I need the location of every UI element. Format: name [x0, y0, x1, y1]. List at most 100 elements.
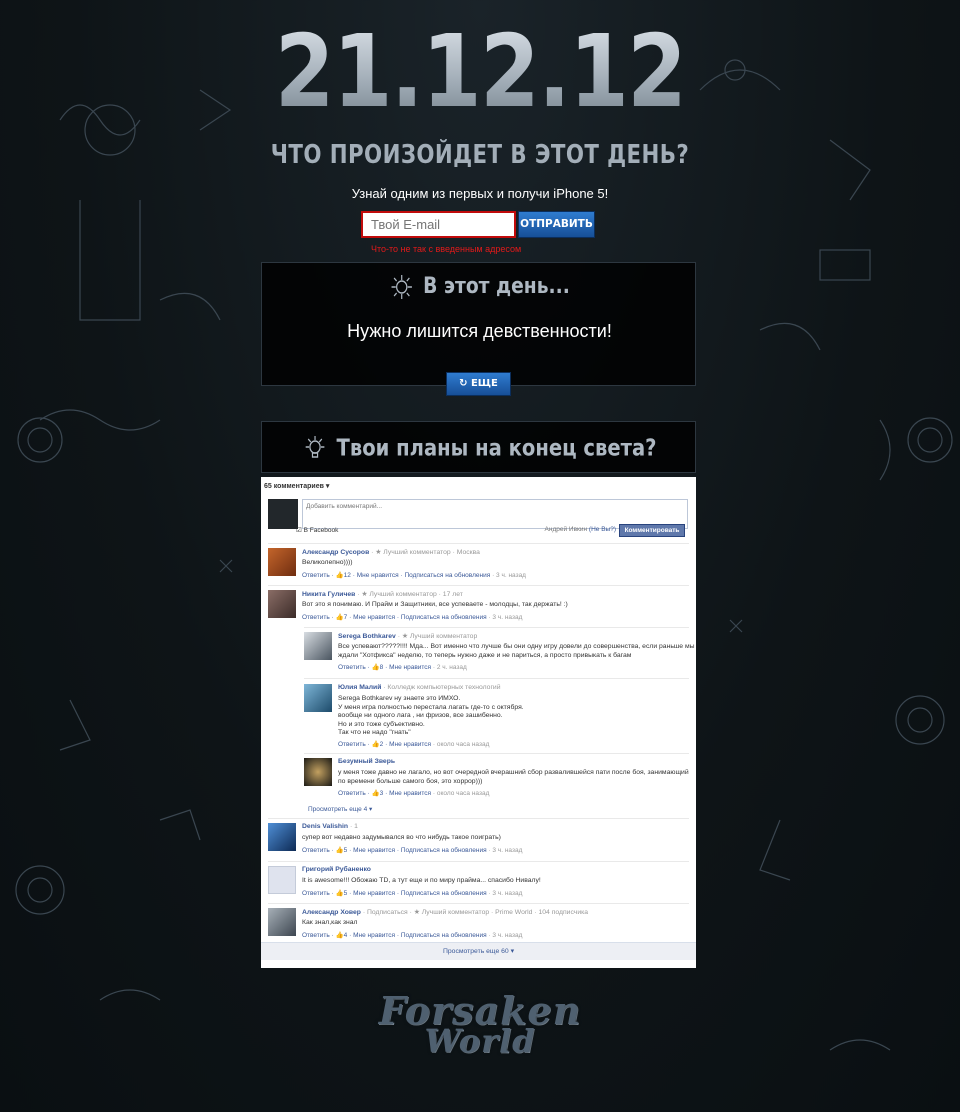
reply-link[interactable]: Ответить [338, 790, 366, 797]
like-count: 4 [343, 932, 348, 939]
sun-brain-icon [391, 275, 413, 299]
like-count: 3 [379, 790, 384, 797]
divider [268, 818, 689, 819]
avatar [268, 908, 296, 936]
reply-link[interactable]: Ответить [302, 572, 330, 579]
plans-panel-title: Твои планы на конец света? [295, 434, 665, 464]
email-input[interactable] [361, 211, 516, 238]
comment-author-meta: · Подписаться · ★ Лучший комментатор · P… [362, 909, 589, 916]
like-link[interactable]: Мне нравится [353, 614, 395, 621]
reply-link[interactable]: Ответить [302, 614, 330, 621]
comment-author[interactable]: Denis Valishin · 1 [302, 823, 358, 830]
email-error-message: Что-то не так с введенным адресом [371, 244, 522, 254]
reply-text-line: Все успевают?????!!!! Мда... Вот именно … [338, 643, 695, 650]
divider [268, 903, 689, 904]
divider [304, 753, 689, 754]
comment-actions: Ответить · 👍12 · Мне нравится · Подписат… [302, 572, 526, 579]
reply-text-line: У меня игра полностью перестала лагать г… [338, 703, 524, 711]
divider [268, 543, 689, 544]
caret-down-icon: ▾ [325, 483, 330, 490]
post-to-facebook-checkbox[interactable]: ☑ В Facebook [296, 526, 338, 534]
reply-author[interactable]: Юлия Малий · Колледж компьютерных технол… [338, 684, 501, 691]
reply-link[interactable]: Ответить [338, 741, 366, 748]
subscribe-link[interactable]: Подписаться на обновления [401, 932, 487, 939]
reply-link[interactable]: Ответить [338, 664, 366, 671]
comment-actions: Ответить · 👍7 · Мне нравится · Подписать… [302, 614, 523, 621]
comment-time: · 3 ч. назад [492, 572, 526, 579]
comment-author[interactable]: Александр Ховер · Подписаться · ★ Лучший… [302, 908, 588, 916]
view-more-replies-link[interactable]: Просмотреть еще 4 ▾ [308, 805, 372, 813]
current-user-avatar [268, 499, 298, 529]
facebook-comments-widget: 65 комментариев ▾ Добавить комментарий..… [261, 477, 696, 968]
like-link[interactable]: Мне нравится [389, 741, 431, 748]
avatar [268, 866, 296, 894]
thumbs-up-icon: 👍 [335, 614, 344, 621]
like-count: 5 [343, 890, 348, 897]
more-button-label: ЕЩЕ [470, 378, 498, 389]
comment-author-name: Denis Valishin [302, 823, 349, 830]
lightbulb-icon [305, 436, 325, 458]
view-more-comments-button[interactable]: Просмотреть еще 60 ▾ [261, 942, 696, 960]
plans-panel-title-text: Твои планы на конец света? [336, 435, 657, 462]
comment-actions: Ответить · 👍5 · Мне нравится · Подписать… [302, 890, 523, 897]
comment-author[interactable]: Александр Сусоров · ★ Лучший комментатор… [302, 548, 480, 556]
thumbs-up-icon: 👍 [335, 890, 344, 897]
thumbs-up-icon: 👍 [371, 790, 380, 797]
avatar [268, 823, 296, 851]
reply-text-line: Но и это тоже субъективно. [338, 720, 425, 728]
reply-text: у меня тоже давно не лагало, но вот очер… [338, 769, 689, 786]
post-to-facebook-label: В Facebook [303, 527, 339, 534]
like-count: 5 [343, 847, 348, 854]
like-link[interactable]: Мне нравится [353, 890, 395, 897]
like-link[interactable]: Мне нравится [357, 572, 399, 579]
more-button[interactable]: ↻ ЕЩЕ [446, 372, 511, 396]
reply-text-line: вообще ни одного лага , ни фризов, все з… [338, 712, 503, 719]
post-comment-button[interactable]: Комментировать [619, 524, 685, 537]
reply-author-meta: · Колледж компьютерных технологий [383, 684, 501, 691]
subscribe-link[interactable]: Подписаться на обновления [401, 847, 487, 854]
comment-author-name: Александр Сусоров [302, 549, 370, 556]
avatar [304, 632, 332, 660]
avatar [268, 590, 296, 618]
plans-panel: Твои планы на конец света? [261, 421, 696, 473]
like-link[interactable]: Мне нравится [353, 847, 395, 854]
like-link[interactable]: Мне нравится [389, 790, 431, 797]
not-you-link[interactable]: (Не Вы?) [589, 526, 616, 533]
reply-item: Безумный Зверь у меня тоже давно не лага… [304, 758, 689, 802]
comments-count-label: 65 комментариев [264, 483, 324, 490]
reply-text: Все успевают?????!!!! Мда... Вот именно … [338, 643, 695, 660]
like-link[interactable]: Мне нравится [389, 664, 431, 671]
comment-author[interactable]: Никита Гуличев · ★ Лучший комментатор · … [302, 590, 463, 598]
like-count: 12 [343, 572, 351, 579]
reply-time: · около часа назад [432, 790, 490, 797]
reply-link[interactable]: Ответить [302, 932, 330, 939]
reply-actions: Ответить · 👍3 · Мне нравится · около час… [338, 790, 490, 797]
comment-text: Вот это я понимаю. И Прайм и Защитники, … [302, 601, 568, 608]
thumbs-up-icon: 👍 [335, 572, 344, 579]
subscribe-link[interactable]: Подписаться на обновления [404, 572, 490, 579]
reply-link[interactable]: Ответить [302, 890, 330, 897]
comment-item: Григорий Рубаненко It is awesome!!! Обож… [268, 866, 688, 900]
event-date-heading: 21.12.12 [67, 12, 893, 132]
subscribe-link[interactable]: Подписаться на обновления [401, 614, 487, 621]
thumbs-up-icon: 👍 [371, 664, 380, 671]
comment-time: · 3 ч. назад [488, 614, 523, 621]
avatar [304, 758, 332, 786]
send-button[interactable]: ОТПРАВИТЬ [518, 211, 595, 238]
comment-author[interactable]: Григорий Рубаненко [302, 866, 371, 873]
like-count: 8 [379, 664, 384, 671]
reply-link[interactable]: Ответить [302, 847, 330, 854]
like-link[interactable]: Мне нравится [353, 932, 395, 939]
comment-author-name: Александр Ховер [302, 909, 361, 916]
comments-count[interactable]: 65 комментариев ▾ [264, 482, 329, 490]
comment-text: Как знал,как знал [302, 919, 358, 926]
reply-author[interactable]: Serega Bothkarev · ★ Лучший комментатор [338, 632, 477, 640]
comment-author-meta: · 1 [349, 823, 358, 830]
subscribe-link[interactable]: Подписаться на обновления [401, 890, 487, 897]
comment-item: Александр Сусоров · ★ Лучший комментатор… [268, 548, 688, 582]
comment-item: Denis Valishin · 1 супер вот недавно зад… [268, 823, 688, 857]
reply-author[interactable]: Безумный Зверь [338, 758, 395, 765]
reply-author-name: Serega Bothkarev [338, 633, 396, 640]
fact-panel-title-text: В этот день... [423, 274, 570, 299]
divider [268, 861, 689, 862]
